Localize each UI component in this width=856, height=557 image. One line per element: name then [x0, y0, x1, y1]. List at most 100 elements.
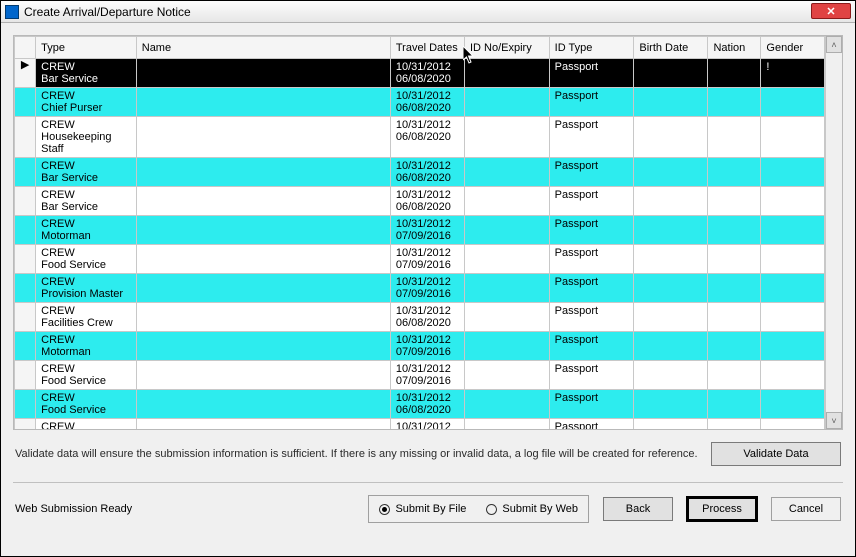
cell-gender[interactable] — [761, 361, 825, 390]
cell-birth-date[interactable] — [634, 390, 708, 419]
col-nation[interactable]: Nation — [708, 37, 761, 59]
cell-gender[interactable] — [761, 303, 825, 332]
table-row[interactable]: ▶CREWBar Service10/31/201206/08/2020Pass… — [15, 59, 825, 88]
cell-birth-date[interactable] — [634, 332, 708, 361]
cell-id-type[interactable]: Passport — [549, 187, 634, 216]
cell-nation[interactable] — [708, 158, 761, 187]
table-row[interactable]: CREWHousekeeping Staff 10/31/201206/08/20… — [15, 117, 825, 158]
close-button[interactable]: ✕ — [811, 3, 851, 19]
cell-gender[interactable]: ! — [761, 59, 825, 88]
cell-type[interactable]: CREWBar Service — [36, 158, 137, 187]
cell-type[interactable]: CREWFood Service — [36, 390, 137, 419]
cell-name[interactable] — [136, 332, 390, 361]
cell-nation[interactable] — [708, 216, 761, 245]
table-row[interactable]: CREWFacilities Crew 10/31/201206/08/2020 P… — [15, 303, 825, 332]
cell-nation[interactable] — [708, 390, 761, 419]
cell-id-no[interactable] — [464, 117, 549, 158]
cell-type[interactable]: CREWFood Service — [36, 245, 137, 274]
cell-nation[interactable] — [708, 303, 761, 332]
cell-travel-dates[interactable]: 10/31/201206/08/2020 — [390, 59, 464, 88]
cell-type[interactable]: CREWFood Service — [36, 361, 137, 390]
cell-birth-date[interactable] — [634, 274, 708, 303]
cell-nation[interactable] — [708, 274, 761, 303]
cell-id-no[interactable] — [464, 419, 549, 430]
cell-id-no[interactable] — [464, 274, 549, 303]
cell-id-type[interactable]: Passport — [549, 303, 634, 332]
cell-travel-dates[interactable]: 10/31/201206/08/2020 — [390, 419, 464, 430]
cell-id-type[interactable]: Passport — [549, 88, 634, 117]
cell-travel-dates[interactable]: 10/31/201207/09/2016 — [390, 332, 464, 361]
cell-travel-dates[interactable]: 10/31/201206/08/2020 — [390, 158, 464, 187]
col-birth[interactable]: Birth Date — [634, 37, 708, 59]
cell-name[interactable] — [136, 187, 390, 216]
cell-nation[interactable] — [708, 117, 761, 158]
cell-birth-date[interactable] — [634, 245, 708, 274]
table-row[interactable]: CREWFood Service 10/31/201206/08/2020 Pass… — [15, 390, 825, 419]
table-row[interactable]: CREWFood Service10/31/201206/08/2020Pass… — [15, 419, 825, 430]
cell-birth-date[interactable] — [634, 88, 708, 117]
cancel-button[interactable]: Cancel — [771, 497, 841, 521]
cell-travel-dates[interactable]: 10/31/201206/08/2020 — [390, 117, 464, 158]
cell-name[interactable] — [136, 216, 390, 245]
cell-name[interactable] — [136, 88, 390, 117]
col-gender[interactable]: Gender — [761, 37, 825, 59]
back-button[interactable]: Back — [603, 497, 673, 521]
cell-gender[interactable] — [761, 88, 825, 117]
cell-travel-dates[interactable]: 10/31/201206/08/2020 — [390, 88, 464, 117]
cell-name[interactable] — [136, 419, 390, 430]
scroll-up-icon[interactable]: ˄ — [826, 36, 842, 53]
cell-birth-date[interactable] — [634, 59, 708, 88]
cell-gender[interactable] — [761, 158, 825, 187]
cell-type[interactable]: CREWBar Service — [36, 59, 137, 88]
cell-gender[interactable] — [761, 117, 825, 158]
cell-gender[interactable] — [761, 390, 825, 419]
table-row[interactable]: CREWBar Service10/31/201206/08/2020Passp… — [15, 158, 825, 187]
cell-name[interactable] — [136, 274, 390, 303]
cell-name[interactable] — [136, 117, 390, 158]
cell-type[interactable]: CREWFacilities Crew — [36, 303, 137, 332]
cell-gender[interactable] — [761, 187, 825, 216]
cell-id-type[interactable]: Passport — [549, 117, 634, 158]
cell-nation[interactable] — [708, 332, 761, 361]
cell-travel-dates[interactable]: 10/31/201207/09/2016 — [390, 274, 464, 303]
cell-gender[interactable] — [761, 419, 825, 430]
cell-id-no[interactable] — [464, 187, 549, 216]
cell-id-no[interactable] — [464, 59, 549, 88]
col-idno[interactable]: ID No/Expiry — [464, 37, 549, 59]
col-name[interactable]: Name — [136, 37, 390, 59]
scroll-track[interactable] — [826, 53, 842, 412]
cell-travel-dates[interactable]: 10/31/201207/09/2016 — [390, 361, 464, 390]
cell-nation[interactable] — [708, 59, 761, 88]
col-travel[interactable]: Travel Dates — [390, 37, 464, 59]
cell-birth-date[interactable] — [634, 419, 708, 430]
table-row[interactable]: CREWBar Service10/31/201206/08/2020Passp… — [15, 187, 825, 216]
cell-type[interactable]: CREWHousekeeping Staff — [36, 117, 137, 158]
table-row[interactable]: CREWChief Purser10/31/201206/08/2020Pass… — [15, 88, 825, 117]
validate-button[interactable]: Validate Data — [711, 442, 841, 466]
process-button[interactable]: Process — [687, 497, 757, 521]
cell-name[interactable] — [136, 158, 390, 187]
cell-name[interactable] — [136, 245, 390, 274]
cell-id-no[interactable] — [464, 361, 549, 390]
table-row[interactable]: CREWMotorman10/31/201207/09/2016Passport — [15, 332, 825, 361]
cell-travel-dates[interactable]: 10/31/201207/09/2016 — [390, 245, 464, 274]
cell-travel-dates[interactable]: 10/31/201206/08/2020 — [390, 390, 464, 419]
cell-gender[interactable] — [761, 274, 825, 303]
col-type[interactable]: Type — [36, 37, 137, 59]
cell-travel-dates[interactable]: 10/31/201206/08/2020 — [390, 303, 464, 332]
cell-birth-date[interactable] — [634, 303, 708, 332]
cell-id-type[interactable]: Passport — [549, 390, 634, 419]
cell-id-no[interactable] — [464, 245, 549, 274]
data-grid[interactable]: Type Name Travel Dates ID No/Expiry ID T… — [13, 35, 843, 430]
cell-name[interactable] — [136, 361, 390, 390]
cell-id-no[interactable] — [464, 88, 549, 117]
cell-type[interactable]: CREWFood Service — [36, 419, 137, 430]
cell-birth-date[interactable] — [634, 117, 708, 158]
cell-travel-dates[interactable]: 10/31/201207/09/2016 — [390, 216, 464, 245]
cell-name[interactable] — [136, 303, 390, 332]
radio-submit-by-web[interactable]: Submit By Web — [486, 503, 578, 515]
cell-id-type[interactable]: Passport — [549, 361, 634, 390]
cell-id-no[interactable] — [464, 216, 549, 245]
cell-id-type[interactable]: Passport — [549, 274, 634, 303]
cell-nation[interactable] — [708, 88, 761, 117]
